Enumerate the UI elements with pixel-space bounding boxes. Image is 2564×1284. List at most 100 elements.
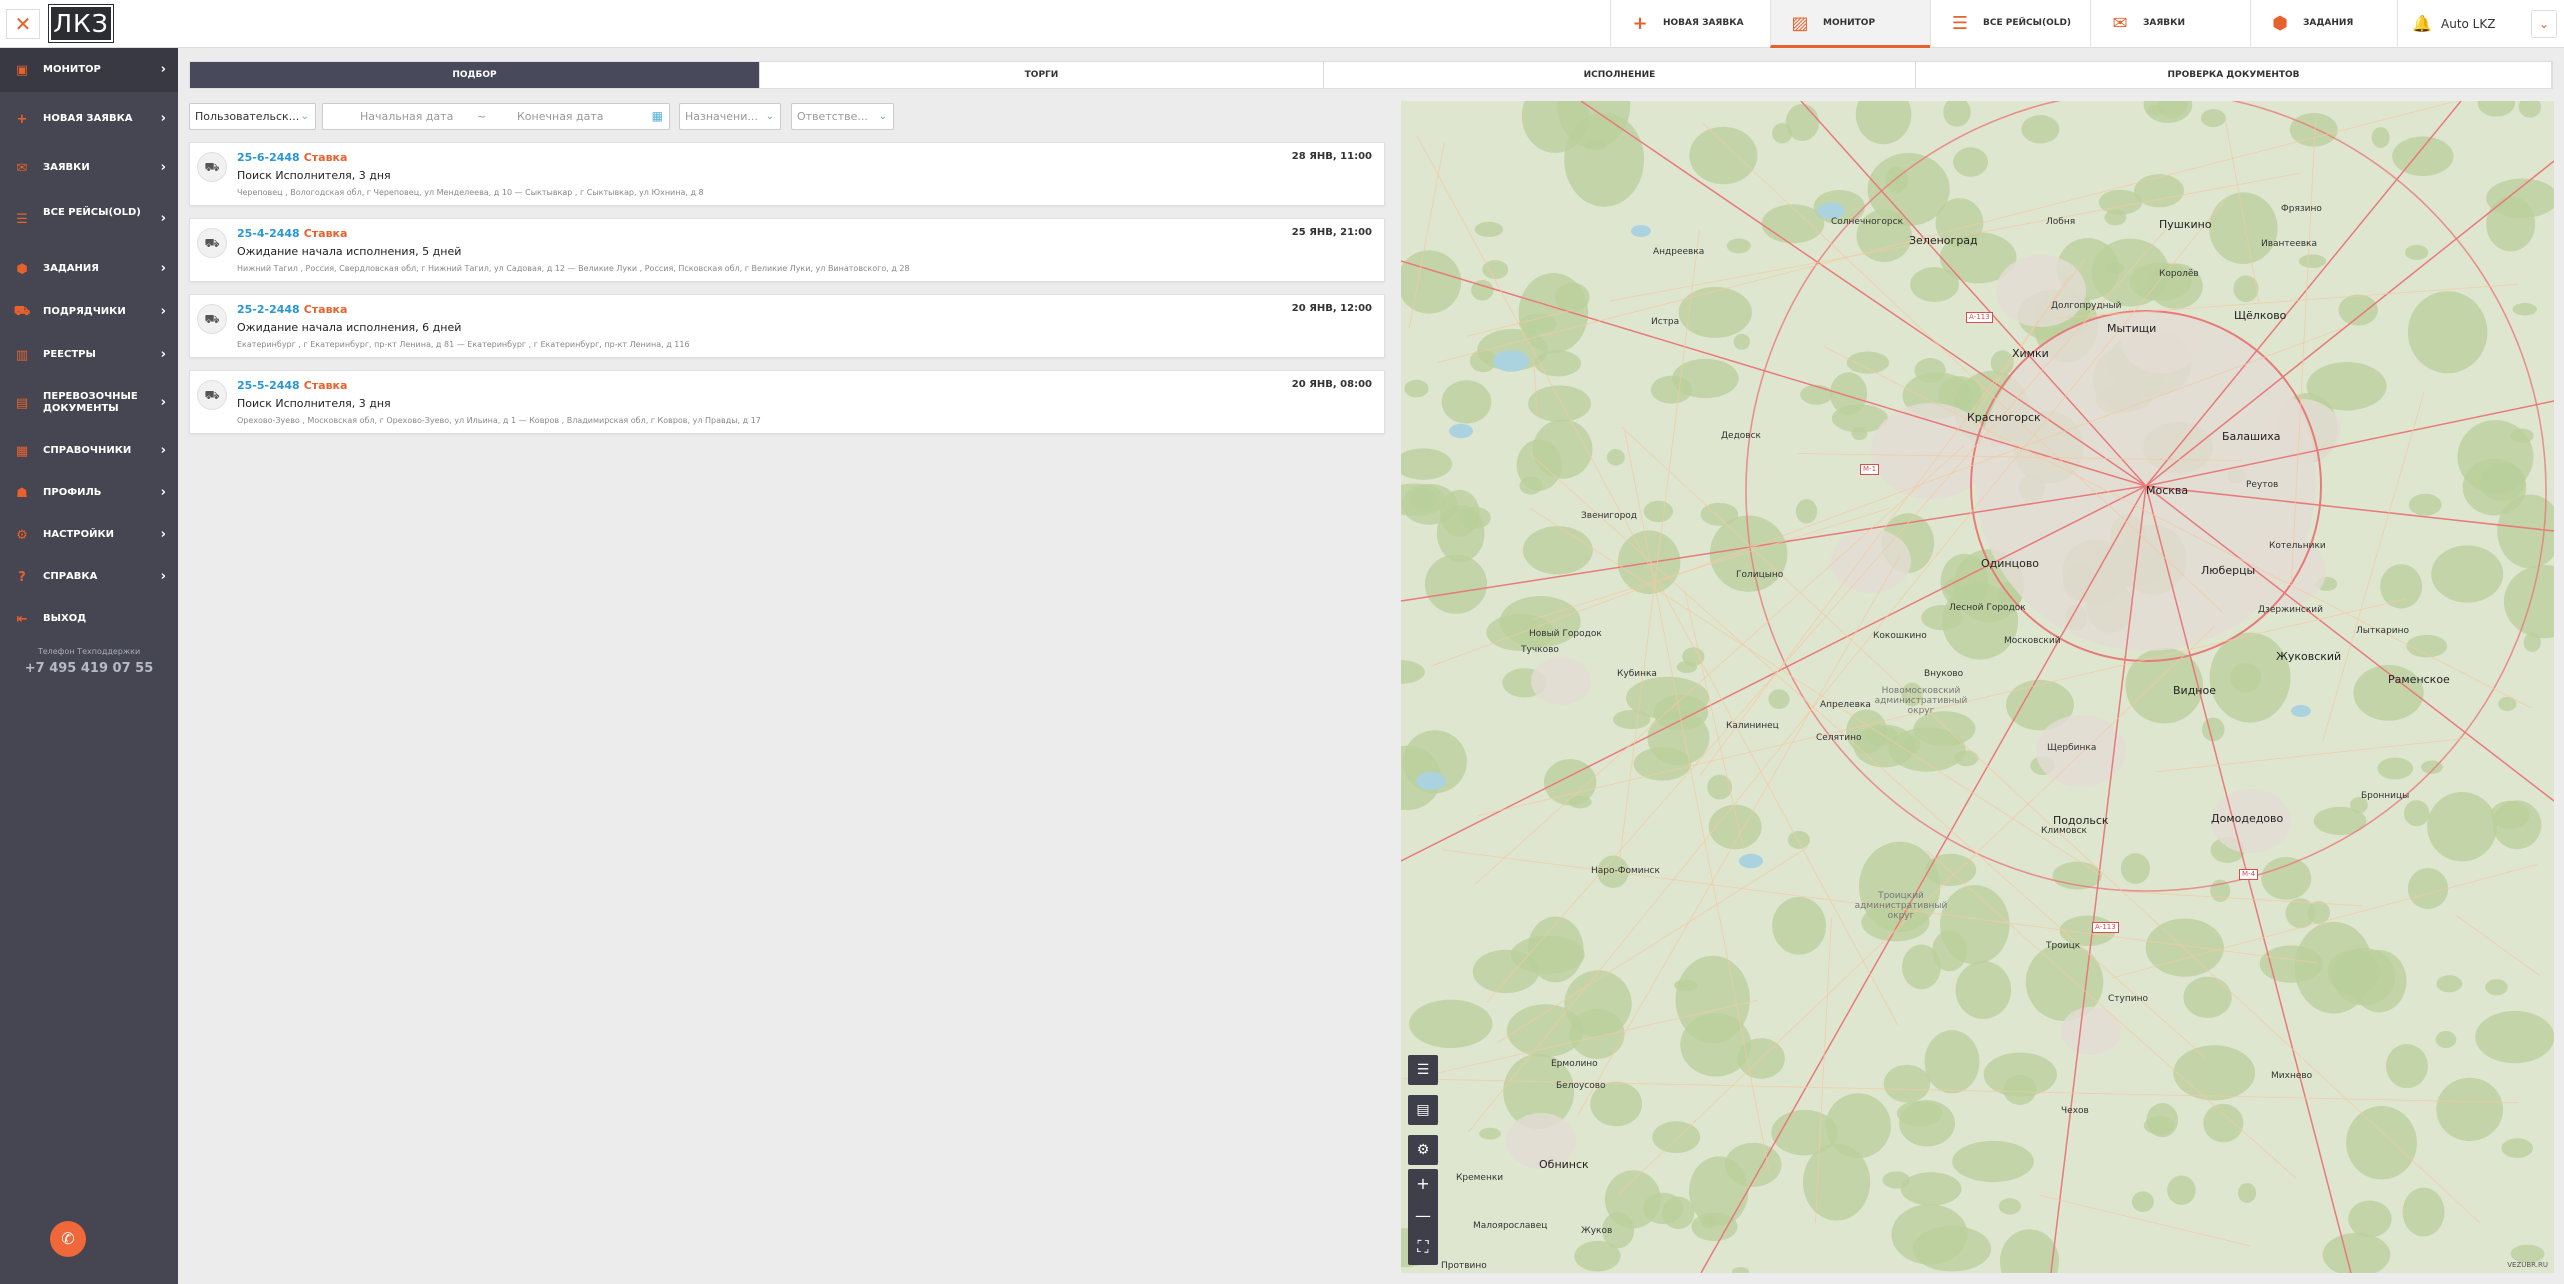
sidebar-item-8[interactable]: ▦ Справочники › xyxy=(0,430,178,472)
sidebar: ✕ ЛКЗ ▣ Монитор › + Новая заявка › ✉ Заявки › ☰ Вс… xyxy=(0,0,178,1284)
sidebar-item-0[interactable]: ▣ Монитор › xyxy=(0,48,178,92)
forest-area xyxy=(2392,136,2454,177)
sidebar-item-label: Подрядчики xyxy=(43,306,126,317)
forest-area xyxy=(2435,1030,2457,1049)
chevron-right-icon: › xyxy=(160,485,166,500)
map-label: Московский xyxy=(2004,636,2061,646)
app-logo[interactable]: ЛКЗ xyxy=(48,4,114,43)
forest-area xyxy=(2510,428,2534,443)
date-end-input[interactable]: Конечная дата xyxy=(517,104,604,129)
map-label: Лыткарино xyxy=(2356,626,2410,636)
forest-area xyxy=(2294,921,2374,1014)
chat-button[interactable]: ✆ xyxy=(50,1221,86,1257)
forest-area xyxy=(2512,303,2537,316)
order-id-link[interactable]: 25-2-2448 xyxy=(237,303,300,316)
user-menu[interactable]: 🔔 Auto LKZ ⌄ xyxy=(2397,0,2564,48)
map-label: Красногорск xyxy=(1967,411,2041,424)
assignment-filter-select[interactable]: Назначени... ⌄ xyxy=(679,103,781,130)
order-id-link[interactable]: 25-6-2448 xyxy=(237,151,300,164)
sub-tab-0[interactable]: Подбор xyxy=(190,62,760,88)
forest-area xyxy=(1900,1172,1962,1206)
sidebar-item-1[interactable]: + Новая заявка › xyxy=(0,92,178,146)
sidebar-item-10[interactable]: ⚙ Настройки › xyxy=(0,514,178,556)
sidebar-item-3[interactable]: ☰ Все рейсы(OLD) › xyxy=(0,190,178,248)
layers-list-icon[interactable]: ☰ xyxy=(1408,1055,1438,1085)
sidebar-item-label: Справка xyxy=(43,571,98,582)
forest-area xyxy=(2523,632,2541,652)
map-label: Балашиха xyxy=(2222,430,2281,443)
order-card[interactable]: ⛟ 25-2-2448 Ставка 20 ЯНВ, 12:00 Ожидание на… xyxy=(189,294,1385,358)
sidebar-item-5[interactable]: ⛟ Подрядчики › xyxy=(0,290,178,334)
map-label: Дедовск xyxy=(1721,431,1761,441)
forest-area xyxy=(1771,1109,1838,1156)
map-label: А-113 xyxy=(2092,922,2119,933)
map-label: Жуков xyxy=(1581,1226,1613,1236)
sidebar-item-label: Заявки xyxy=(43,162,90,173)
sidebar-item-11[interactable]: ? Справка › xyxy=(0,556,178,598)
order-route: Череповец , Вологодская обл, г Череповец… xyxy=(237,188,704,197)
order-card[interactable]: ⛟ 25-5-2448 Ставка 20 ЯНВ, 08:00 Поиск Испол… xyxy=(189,370,1385,434)
map-view[interactable]: Москва Зеленоград Химки Мытищи Пушкино Щёлков… xyxy=(1401,101,2554,1273)
order-route: Екатеринбург , г Екатеринбург, пр-кт Лен… xyxy=(237,340,690,349)
support-phone[interactable]: +7 495 419 07 55 xyxy=(0,658,178,680)
sidebar-item-12[interactable]: ⇤ Выход xyxy=(0,598,178,640)
map-label: Зеленоград xyxy=(1909,234,1978,247)
urban-area xyxy=(2061,1007,2121,1055)
map-label: Лесной Городок xyxy=(1949,603,2026,613)
calendar-icon[interactable]: ▦ xyxy=(652,104,663,129)
top-tab-0[interactable]: + Новая заявка xyxy=(1610,0,1770,48)
top-tab-1[interactable]: ▨ Монитор xyxy=(1770,0,1930,48)
date-start-input[interactable]: Начальная дата xyxy=(360,104,453,129)
date-range-picker[interactable]: Начальная дата ~ Конечная дата ▦ xyxy=(322,103,670,130)
box-icon: ⬢ xyxy=(16,261,28,277)
sub-tabs: Подбор Торги Исполнение Проверка документов xyxy=(189,61,2553,89)
order-route: Орехово-Зуево , Московская обл, г Орехов… xyxy=(237,416,761,425)
list-icon: ☰ xyxy=(16,211,28,227)
forest-area xyxy=(1924,1030,1980,1094)
sidebar-item-7[interactable]: ▤ Перевозочные документы › xyxy=(0,376,178,430)
sub-tab-2[interactable]: Исполнение xyxy=(1324,62,1916,88)
forest-area xyxy=(1472,949,1540,994)
map-label: Калининец xyxy=(1726,721,1779,731)
forest-area xyxy=(2402,1187,2445,1237)
responsible-filter-select[interactable]: Ответстве... ⌄ xyxy=(791,103,894,130)
zoom-out-button[interactable]: — xyxy=(1408,1201,1438,1231)
forest-area xyxy=(1707,774,1733,800)
forest-area xyxy=(2403,800,2430,827)
map-settings-icon[interactable]: ⚙ xyxy=(1408,1135,1438,1165)
sidebar-item-9[interactable]: ☗ Профиль › xyxy=(0,472,178,514)
user-dropdown-button[interactable]: ⌄ xyxy=(2531,10,2557,38)
map-label: Щёлково xyxy=(2234,309,2287,322)
forest-area xyxy=(1955,961,2012,1019)
forest-area xyxy=(2104,209,2127,226)
map-panel-icon[interactable]: ▤ xyxy=(1408,1095,1438,1125)
order-card[interactable]: ⛟ 25-6-2448 Ставка 28 ЯНВ, 11:00 Поиск Испол… xyxy=(189,142,1385,206)
forest-area xyxy=(1795,498,1818,524)
order-id-link[interactable]: 25-4-2448 xyxy=(237,227,300,240)
requests-icon: ✉ xyxy=(16,160,28,176)
sub-tab-1[interactable]: Торги xyxy=(760,62,1324,88)
sidebar-item-6[interactable]: ▥ Реестры › xyxy=(0,334,178,376)
top-tab-2[interactable]: ☰ Все рейсы(OLD) xyxy=(1930,0,2090,48)
zoom-in-button[interactable]: + xyxy=(1408,1169,1438,1199)
top-tab-4[interactable]: ⬢ Задания xyxy=(2250,0,2410,48)
fullscreen-button[interactable]: ⛶ xyxy=(1408,1232,1438,1262)
support-block: Телефон Техподдержки +7 495 419 07 55 xyxy=(0,646,178,680)
order-id-link[interactable]: 25-5-2448 xyxy=(237,379,300,392)
map-label: М-4 xyxy=(2239,869,2259,880)
forest-area xyxy=(2183,976,2232,1019)
sidebar-item-label: Реестры xyxy=(43,349,96,360)
sub-tab-3[interactable]: Проверка документов xyxy=(1916,62,2552,88)
top-tab-3[interactable]: ✉ Заявки xyxy=(2090,0,2250,48)
map-label: Щербинка xyxy=(2047,743,2097,753)
forest-area xyxy=(2120,853,2151,884)
close-menu-button[interactable]: ✕ xyxy=(6,9,40,39)
sidebar-item-2[interactable]: ✉ Заявки › xyxy=(0,146,178,190)
plus-icon: + xyxy=(16,111,28,127)
bell-icon[interactable]: 🔔 xyxy=(2412,14,2432,33)
user-filter-select[interactable]: Пользовательск... ⌄ xyxy=(189,103,316,130)
order-card[interactable]: ⛟ 25-4-2448 Ставка 25 ЯНВ, 21:00 Ожидание на… xyxy=(189,218,1385,282)
sidebar-item-4[interactable]: ⬢ Задания › xyxy=(0,248,178,290)
sidebar-item-label: Профиль xyxy=(43,487,102,498)
forest-area xyxy=(1652,1121,1701,1154)
